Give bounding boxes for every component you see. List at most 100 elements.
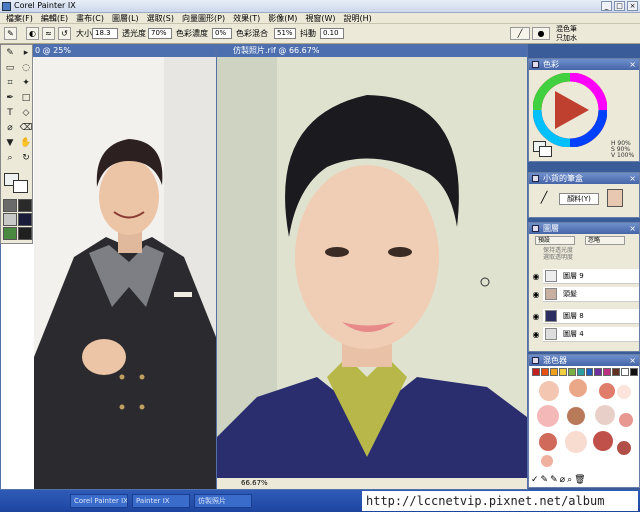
close-button[interactable]: × [627, 1, 638, 11]
minimize-button[interactable]: _ [601, 1, 612, 11]
menu-canvas[interactable]: 畫布(C) [72, 13, 108, 23]
apply-color-icon[interactable]: ✎ [541, 475, 551, 485]
dab-type-icon[interactable]: ◐ [26, 27, 39, 40]
paint-blob[interactable] [595, 405, 615, 425]
main-color-swatch[interactable] [4, 173, 30, 195]
paint-blob[interactable] [565, 431, 587, 453]
mixer-color-chip[interactable] [603, 368, 612, 376]
bleed-field[interactable]: 51% [274, 28, 296, 39]
close-icon[interactable]: × [629, 173, 636, 184]
mixer-color-chip[interactable] [630, 368, 639, 376]
color-panel-header[interactable]: 色彩 × [529, 59, 639, 70]
pen-icon[interactable]: ✒ [3, 92, 17, 105]
stroke-type-icon[interactable]: ≈ [42, 27, 55, 40]
rotate-icon[interactable]: ↻ [19, 152, 33, 165]
bucket-icon[interactable]: ▼ [3, 137, 17, 150]
maximize-button[interactable]: □ [614, 1, 625, 11]
resat-field[interactable]: 0% [212, 28, 232, 39]
paper-swatch[interactable] [3, 213, 17, 226]
brush-box-header[interactable]: 小貨的筆盒 × [529, 173, 639, 184]
mixer-color-chip[interactable] [594, 368, 603, 376]
crop-icon[interactable]: ⌗ [3, 77, 17, 90]
paint-blob[interactable] [617, 385, 631, 399]
brush-variant-label[interactable]: 只加水 [556, 33, 577, 46]
dropper-icon[interactable]: ⌀ [3, 122, 17, 135]
mixer-header[interactable]: 混色器 × [529, 355, 639, 366]
layers-header[interactable]: 圖層 × [529, 223, 639, 234]
paper-swatch[interactable] [18, 227, 32, 240]
pick-up-underlying-option[interactable]: 選取透明度 [543, 254, 573, 261]
mixer-color-chip[interactable] [576, 368, 585, 376]
paint-blob[interactable] [617, 441, 631, 455]
portrait-canvas[interactable] [217, 57, 527, 479]
shape-select-icon[interactable]: ◇ [19, 107, 33, 120]
menu-movie[interactable]: 影像(M) [264, 13, 301, 23]
menu-edit[interactable]: 編輯(E) [37, 13, 72, 23]
menu-shapes[interactable]: 向量圖形(P) [178, 13, 229, 23]
lasso-icon[interactable]: ◌ [19, 62, 33, 75]
eye-icon[interactable]: ◉ [531, 309, 541, 324]
menu-effects[interactable]: 效果(T) [229, 13, 264, 23]
mixer-color-chip[interactable] [612, 368, 621, 376]
mixer-color-chip[interactable] [621, 368, 630, 376]
paint-blob[interactable] [539, 381, 559, 401]
paint-blob[interactable] [619, 413, 633, 427]
sample-color-icon[interactable]: ⌀ [560, 475, 567, 485]
jitter-field[interactable]: 0.10 [320, 28, 344, 39]
magnifier-icon[interactable]: ⌕ [3, 152, 17, 165]
background-color[interactable] [13, 180, 28, 193]
magic-wand-icon[interactable]: ✦ [19, 77, 33, 90]
taskbar-item[interactable]: Painter IX [132, 494, 190, 508]
brush-box-item[interactable]: 顏料(Y) [559, 193, 599, 205]
shape-icon[interactable]: □ [19, 92, 33, 105]
composite-method-select[interactable]: 預設 [535, 236, 575, 245]
paint-blob[interactable] [541, 455, 553, 467]
paint-blob[interactable] [539, 433, 557, 451]
mixer-color-chip[interactable] [585, 368, 594, 376]
layer-row[interactable]: 圖層 9 [543, 269, 639, 284]
brush-dab-icon[interactable]: ● [532, 27, 550, 40]
zoom-readout[interactable]: 66.67% [241, 479, 268, 487]
layer-row[interactable]: 圖層 8 [543, 309, 639, 324]
panel-background-swatch[interactable] [539, 146, 552, 157]
hue-ring[interactable] [533, 73, 607, 147]
rect-select-icon[interactable]: ▭ [3, 62, 17, 75]
brush-tool-icon[interactable]: ✎ [4, 27, 17, 40]
mixer-color-chip[interactable] [549, 368, 558, 376]
grabber-icon[interactable]: ✋ [19, 137, 33, 150]
dirty-brush-icon[interactable]: ✓ [531, 475, 541, 485]
paper-swatch[interactable] [3, 199, 17, 212]
layer-row[interactable]: 頭髮 [543, 287, 639, 302]
paint-blob[interactable] [599, 383, 615, 399]
brush-icon[interactable]: ✎ [3, 47, 17, 60]
menu-file[interactable]: 檔案(F) [2, 13, 37, 23]
reset-icon[interactable]: ↺ [58, 27, 71, 40]
portrait-thumbnail[interactable] [607, 189, 623, 207]
paint-blob[interactable] [569, 379, 587, 397]
eraser-icon[interactable]: ⌫ [19, 122, 33, 135]
paint-blob[interactable] [537, 405, 559, 427]
trash-icon[interactable]: 🗑 [574, 475, 587, 485]
mix-color-icon[interactable]: ✎ [550, 475, 560, 485]
close-icon[interactable]: × [629, 59, 636, 70]
paper-swatch[interactable] [18, 213, 32, 226]
mixer-color-chip[interactable] [532, 368, 540, 376]
brush-category-icon[interactable]: ╱ [510, 27, 530, 40]
eye-icon[interactable]: ◉ [531, 269, 541, 284]
arrow-icon[interactable]: ▸ [19, 47, 33, 60]
paint-blob[interactable] [567, 407, 585, 425]
paper-swatch[interactable] [3, 227, 17, 240]
taskbar-item[interactable]: 仿製照片 [194, 494, 252, 508]
composite-depth-select[interactable]: 忽略 [585, 236, 625, 245]
eye-icon[interactable]: ◉ [531, 327, 541, 342]
mixer-color-chip[interactable] [558, 368, 567, 376]
painting-window[interactable]: 仿製照片.rif @ 66.67% 66.67% [216, 44, 528, 490]
close-icon[interactable]: × [629, 355, 636, 366]
paint-blob[interactable] [593, 431, 613, 451]
opacity-field[interactable]: 70% [148, 28, 172, 39]
size-field[interactable]: 18.3 [92, 28, 118, 39]
menu-help[interactable]: 說明(H) [340, 13, 376, 23]
mixer-color-chip[interactable] [540, 368, 549, 376]
preserve-transparency-option[interactable]: 保持透光度 [543, 247, 573, 254]
text-icon[interactable]: T [3, 107, 17, 120]
